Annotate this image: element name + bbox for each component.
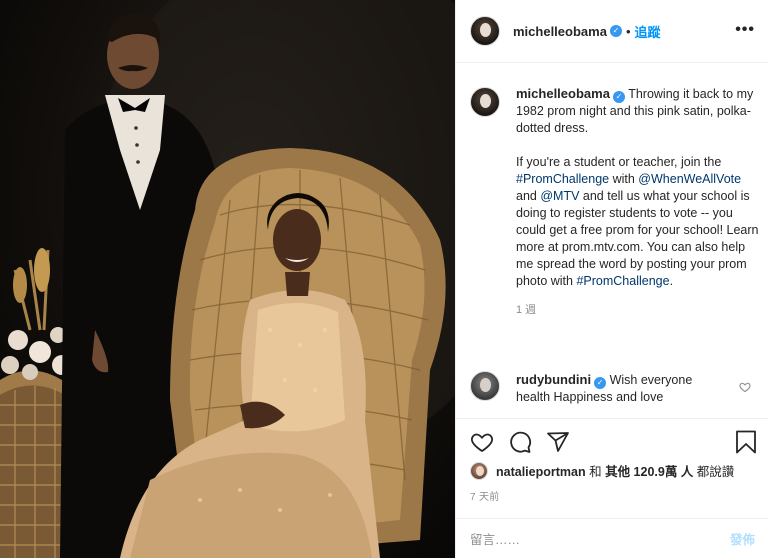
post-photo[interactable] xyxy=(0,0,455,558)
post-header: michelleobama ✓ • 追蹤 ••• xyxy=(456,0,768,63)
caption-text: with xyxy=(609,172,639,186)
wicker-stand xyxy=(0,370,65,558)
follow-button[interactable]: 追蹤 xyxy=(635,22,661,41)
likes-text: natalieportman 和 其他 120.9萬 人 都說讚 xyxy=(496,461,734,480)
commenter-avatar[interactable] xyxy=(470,371,500,401)
bookmark-icon[interactable] xyxy=(735,430,757,454)
post-comment-button[interactable]: 發佈 xyxy=(730,529,755,548)
caption-author-username[interactable]: michelleobama xyxy=(516,86,610,101)
comments-list[interactable]: michelleobama ✓ Throwing it back to my 19… xyxy=(456,63,768,418)
post-sidebar: michelleobama ✓ • 追蹤 ••• michelleobama ✓ … xyxy=(455,0,768,558)
liker-username[interactable]: natalieportman xyxy=(496,465,586,479)
post-date[interactable]: 7 天前 xyxy=(470,488,500,503)
prom-photo-illustration xyxy=(0,0,455,558)
likes-conjunction: 和 xyxy=(585,465,606,479)
caption-age[interactable]: 1 週 xyxy=(516,302,760,319)
hashtag-link[interactable]: #PromChallenge xyxy=(516,172,609,186)
comment-body: rudybundini ✓ Wish everyone health Happin… xyxy=(516,371,728,406)
likes-suffix: 都說讚 xyxy=(693,465,735,479)
likes-count-link[interactable]: 其他 120.9萬 人 xyxy=(605,465,693,479)
mention-link[interactable]: @WhenWeAllVote xyxy=(638,172,741,186)
dried-flowers xyxy=(1,248,72,380)
comment-icon[interactable] xyxy=(508,430,532,454)
caption-author-avatar[interactable] xyxy=(470,87,500,117)
heart-icon[interactable] xyxy=(470,430,494,454)
verified-badge-icon: ✓ xyxy=(609,25,622,37)
more-options-icon[interactable]: ••• xyxy=(735,22,755,38)
caption-text: and xyxy=(516,189,541,203)
share-icon[interactable] xyxy=(546,430,570,454)
commenter-username[interactable]: rudybundini xyxy=(516,372,591,387)
caption: michelleobama ✓ Throwing it back to my 19… xyxy=(470,85,760,319)
add-comment-bar: 留言…… 發佈 xyxy=(456,518,768,558)
liker-avatar[interactable] xyxy=(470,461,488,480)
caption-body: michelleobama ✓ Throwing it back to my 19… xyxy=(516,85,760,319)
action-bar xyxy=(456,418,768,460)
comment-like-heart-icon[interactable] xyxy=(739,381,751,393)
caption-text: If you're a student or teacher, join the xyxy=(516,155,722,169)
caption-text: . xyxy=(669,274,674,288)
author-username[interactable]: michelleobama xyxy=(513,24,607,39)
separator-dot: • xyxy=(625,23,631,39)
hashtag-link[interactable]: #PromChallenge xyxy=(576,274,669,288)
verified-badge-icon: ✓ xyxy=(612,91,625,103)
comment-input[interactable]: 留言…… xyxy=(470,529,730,548)
mention-link[interactable]: @MTV xyxy=(540,189,579,203)
verified-badge-icon: ✓ xyxy=(594,377,607,389)
author-avatar[interactable] xyxy=(470,16,500,46)
likes-summary: natalieportman 和 其他 120.9萬 人 都說讚 xyxy=(470,461,734,480)
comment-item: rudybundini ✓ Wish everyone health Happin… xyxy=(470,371,760,406)
